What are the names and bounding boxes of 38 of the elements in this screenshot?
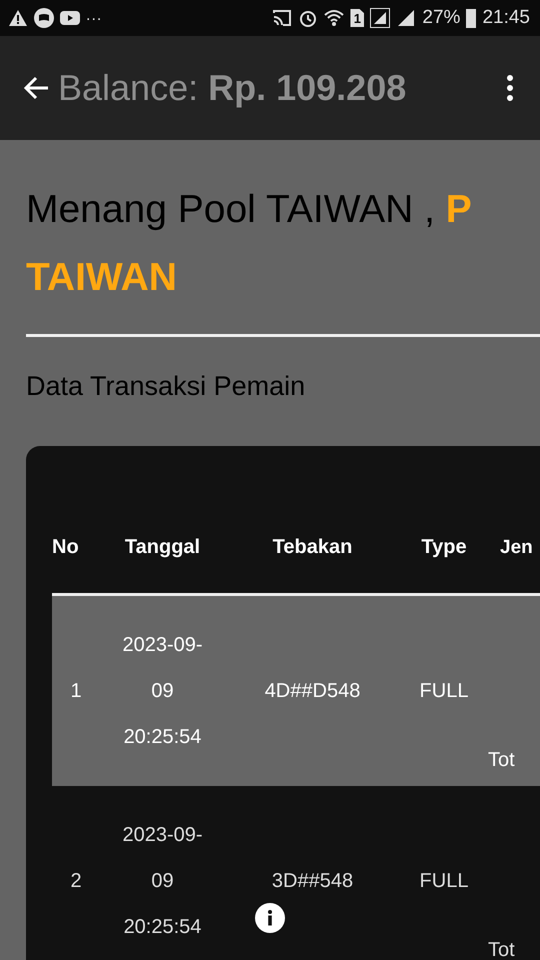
table-cell-text: FULL (418, 870, 470, 892)
column-header: Jen (499, 536, 534, 558)
info-icon[interactable] (255, 903, 285, 933)
table-row[interactable]: 1 2023-09-09 20:25:54 4D##D548 FULL Tot (52, 596, 540, 786)
section-title: Data Transaksi Pemain (26, 371, 306, 402)
table-cell-text: 3D##548 (270, 870, 354, 892)
table-cell-text: 2023-09-09 20:25:54 (121, 823, 204, 940)
table-row[interactable]: 2 2023-09-09 20:25:54 3D##548 FULL Tot (52, 786, 540, 960)
column-header: Tebakan (272, 536, 354, 559)
table-cell-text: Tot (488, 749, 516, 773)
table-cell-text: FULL (418, 680, 470, 702)
table-cell-text: Tot (488, 939, 516, 960)
pool-name: P (446, 188, 472, 231)
signal-icon (396, 8, 416, 28)
win-heading: Menang Pool TAIWAN , (26, 188, 436, 231)
wifi-icon (324, 8, 344, 28)
table-cell-text: 1 (69, 680, 83, 702)
battery-icon (466, 8, 476, 28)
column-header: No (52, 536, 80, 559)
alarm-icon (298, 8, 318, 28)
cast-icon (272, 8, 292, 28)
column-header: Tanggal (124, 536, 202, 559)
more-notifications: ... (86, 7, 102, 25)
balance-title: Balance: Rp. 109.208 (58, 67, 408, 109)
menu-icon[interactable] (506, 75, 514, 101)
battery-percent: 27% (422, 7, 460, 29)
sim-slot: 1 (350, 9, 364, 27)
table-cell-text: 4D##D548 (264, 680, 362, 702)
column-header: Type (420, 536, 468, 559)
signal-icon (370, 8, 390, 28)
back-arrow-icon[interactable] (22, 74, 50, 102)
warning-icon (8, 8, 28, 28)
clock: 21:45 (482, 7, 530, 29)
flag-icon (34, 8, 54, 28)
table-cell-text: 2023-09-09 20:25:54 (121, 633, 204, 750)
table-cell-text: 2 (69, 870, 83, 892)
pool-name: TAIWAN (26, 256, 177, 299)
video-icon (60, 8, 80, 28)
